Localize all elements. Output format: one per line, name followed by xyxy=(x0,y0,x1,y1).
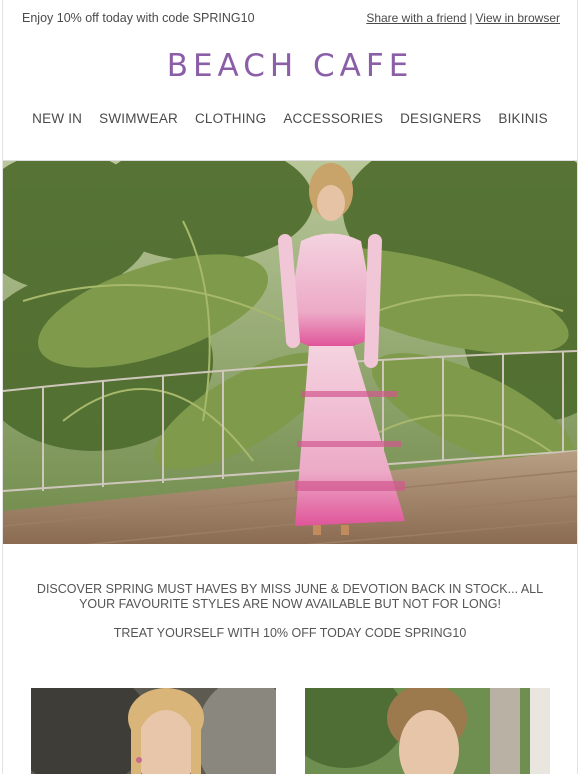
product-photo-left xyxy=(31,688,276,774)
header-links: Share with a friend | View in browser xyxy=(366,11,560,25)
hero-image[interactable] xyxy=(3,160,577,544)
announcement-text: DISCOVER SPRING MUST HAVES BY MISS JUNE … xyxy=(36,582,544,611)
offer-text: TREAT YOURSELF WITH 10% OFF TODAY CODE S… xyxy=(113,626,467,640)
nav-item-bikinis[interactable]: BIKINIS xyxy=(498,111,547,126)
product-tile-left[interactable] xyxy=(31,688,276,774)
nav-item-accessories[interactable]: ACCESSORIES xyxy=(283,111,383,126)
nav-item-swimwear[interactable]: SWIMWEAR xyxy=(99,111,178,126)
view-in-browser-link[interactable]: View in browser xyxy=(476,11,560,25)
main-nav: NEW IN SWIMWEAR CLOTHING ACCESSORIES DES… xyxy=(0,111,580,126)
product-photo-right xyxy=(305,688,550,774)
promo-text: Enjoy 10% off today with code SPRING10 xyxy=(22,11,255,25)
nav-item-new-in[interactable]: NEW IN xyxy=(32,111,82,126)
link-separator: | xyxy=(469,11,473,25)
brand-logo[interactable]: BEACH CAFE xyxy=(0,48,580,84)
share-with-friend-link[interactable]: Share with a friend xyxy=(366,11,466,25)
nav-item-clothing[interactable]: CLOTHING xyxy=(195,111,266,126)
top-bar: Enjoy 10% off today with code SPRING10 S… xyxy=(22,11,560,27)
product-tile-right[interactable] xyxy=(305,688,550,774)
hero-photo-illustration xyxy=(3,161,577,544)
nav-item-designers[interactable]: DESIGNERS xyxy=(400,111,481,126)
